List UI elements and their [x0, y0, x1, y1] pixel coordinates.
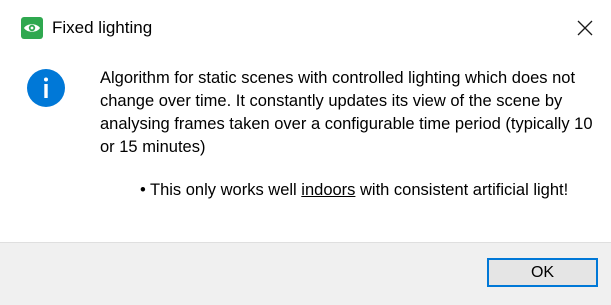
close-icon	[577, 20, 593, 36]
title-bar[interactable]: Fixed lighting	[0, 0, 611, 50]
button-bar: OK	[0, 242, 611, 305]
eye-app-icon	[21, 17, 43, 39]
indoors-emphasis: indoors	[301, 181, 356, 199]
close-button[interactable]	[566, 10, 604, 46]
bullet-text: This only works well indoors with consis…	[150, 178, 590, 202]
ok-button[interactable]: OK	[487, 258, 598, 287]
bullet-marker: •	[140, 181, 146, 199]
message-dialog: Fixed lighting Algorithm for static scen…	[0, 0, 611, 305]
window-title: Fixed lighting	[52, 18, 153, 37]
bullet-text-start: This only works well	[150, 181, 302, 199]
bullet-text-end: with consistent artificial light!	[355, 181, 569, 199]
info-icon	[27, 69, 65, 107]
message-text: Algorithm for static scenes with control…	[100, 69, 593, 156]
